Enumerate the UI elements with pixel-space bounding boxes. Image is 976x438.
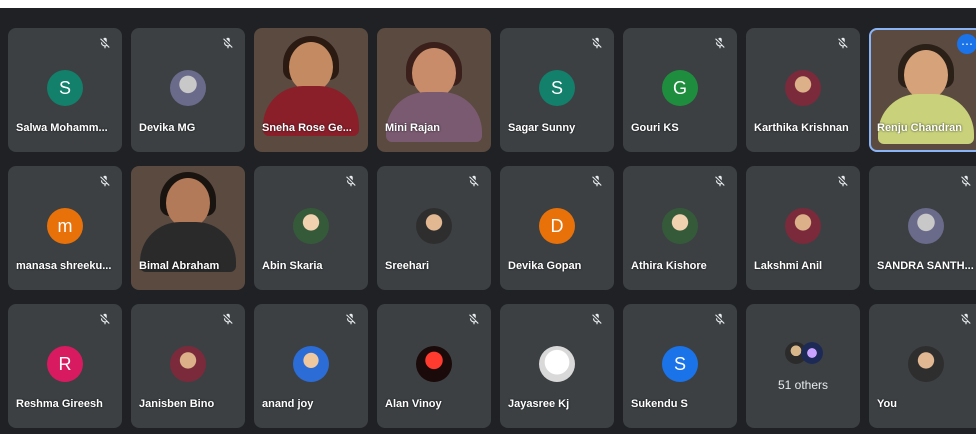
avatar-initial: G [672, 77, 687, 98]
self-tile[interactable]: You [869, 304, 976, 428]
participant-tile[interactable]: Abin Skaria [254, 166, 368, 290]
participant-tile[interactable]: Athira Kishore [623, 166, 737, 290]
avatar [539, 346, 575, 382]
participant-name: Sneha Rose Ge... [262, 122, 352, 134]
avatar: R [47, 346, 83, 382]
avatar-initial: S [58, 77, 71, 98]
participant-name: Renju Chandran [877, 122, 962, 134]
participant-name: manasa shreeku... [16, 260, 112, 272]
avatar-initial: S [550, 77, 563, 98]
participant-grid: S Salwa Mohamm... Devika MG Sneha Rose G… [8, 28, 976, 428]
avatar [293, 208, 329, 244]
participant-tile[interactable]: anand joy [254, 304, 368, 428]
participant-name: Devika MG [139, 122, 196, 134]
mic-off-icon [713, 312, 727, 326]
others-tile[interactable]: 51 others [746, 304, 860, 428]
participant-name: Lakshmi Anil [754, 260, 823, 272]
participant-tile[interactable]: Jayasree Kj [500, 304, 614, 428]
participant-tile[interactable]: D Devika Gopan [500, 166, 614, 290]
avatar [801, 342, 823, 364]
mic-off-icon [467, 312, 481, 326]
mic-off-icon [590, 36, 604, 50]
participant-name: Jayasree Kj [508, 398, 570, 410]
avatar [170, 70, 206, 106]
avatar [293, 346, 329, 382]
mic-off-icon [344, 312, 358, 326]
participant-name: Karthika Krishnan [754, 122, 849, 134]
others-avatars [785, 342, 825, 364]
participant-name: Mini Rajan [385, 122, 441, 134]
participant-name: Sagar Sunny [508, 122, 576, 134]
participant-video-tile[interactable]: Bimal Abraham [131, 166, 245, 290]
avatar: D [539, 208, 575, 244]
avatar [908, 208, 944, 244]
participant-tile[interactable]: Lakshmi Anil [746, 166, 860, 290]
avatar [908, 346, 944, 382]
participant-video-tile[interactable]: Mini Rajan [377, 28, 491, 152]
mic-off-icon [713, 174, 727, 188]
participant-name: Abin Skaria [262, 260, 323, 272]
participant-name: Bimal Abraham [139, 260, 220, 272]
participant-tile[interactable]: S Sagar Sunny [500, 28, 614, 152]
mic-off-icon [98, 36, 112, 50]
participant-tile[interactable]: Janisben Bino [131, 304, 245, 428]
participant-name: Alan Vinoy [385, 398, 442, 410]
mic-off-icon [836, 174, 850, 188]
mic-off-icon [959, 174, 973, 188]
participant-tile[interactable]: Karthika Krishnan [746, 28, 860, 152]
avatar [785, 70, 821, 106]
avatar: S [47, 70, 83, 106]
mic-off-icon [221, 312, 235, 326]
mic-off-icon [98, 312, 112, 326]
participant-name: Reshma Gireesh [16, 398, 103, 410]
avatar: G [662, 70, 698, 106]
participant-name: anand joy [262, 398, 314, 410]
participant-name: You [877, 398, 897, 410]
participant-name: Salwa Mohamm... [16, 122, 108, 134]
avatar [170, 346, 206, 382]
avatar [416, 346, 452, 382]
participant-tile[interactable]: Devika MG [131, 28, 245, 152]
participant-name: Sukendu S [631, 398, 688, 410]
participant-tile[interactable]: Alan Vinoy [377, 304, 491, 428]
participant-tile[interactable]: G Gouri KS [623, 28, 737, 152]
participant-video-tile[interactable]: Sneha Rose Ge... [254, 28, 368, 152]
mic-off-icon [836, 36, 850, 50]
participant-tile[interactable]: S Salwa Mohamm... [8, 28, 122, 152]
participant-tile[interactable]: SANDRA SANTH... [869, 166, 976, 290]
mic-off-icon [959, 312, 973, 326]
avatar [416, 208, 452, 244]
participant-name: Gouri KS [631, 122, 679, 134]
mic-off-icon [713, 36, 727, 50]
meeting-stage: S Salwa Mohamm... Devika MG Sneha Rose G… [0, 8, 976, 434]
mic-off-icon [344, 174, 358, 188]
participant-name: Janisben Bino [139, 398, 215, 410]
participant-tile[interactable]: m manasa shreeku... [8, 166, 122, 290]
avatar: m [47, 208, 83, 244]
avatar-initial: R [58, 353, 72, 374]
mic-off-icon [221, 36, 235, 50]
avatar: S [539, 70, 575, 106]
mic-off-icon [590, 312, 604, 326]
participant-tile[interactable]: S Sukendu S [623, 304, 737, 428]
participant-tile[interactable]: R Reshma Gireesh [8, 304, 122, 428]
mic-off-icon [467, 174, 481, 188]
mic-off-icon [590, 174, 604, 188]
participant-name: Sreehari [385, 260, 430, 272]
participant-name: SANDRA SANTH... [877, 260, 974, 272]
avatar-initial: S [673, 353, 686, 374]
participant-name: Athira Kishore [631, 260, 707, 272]
participant-name: Devika Gopan [508, 260, 582, 272]
avatar-initial: D [550, 215, 564, 236]
mic-off-icon [98, 174, 112, 188]
avatar [662, 208, 698, 244]
others-count-label: 51 others [777, 378, 829, 392]
avatar: S [662, 346, 698, 382]
participant-tile[interactable]: Sreehari [377, 166, 491, 290]
avatar-initial: m [57, 215, 73, 236]
avatar [785, 208, 821, 244]
participant-video-tile[interactable]: ⋯ Renju Chandran [869, 28, 976, 152]
participant-video [140, 172, 236, 272]
